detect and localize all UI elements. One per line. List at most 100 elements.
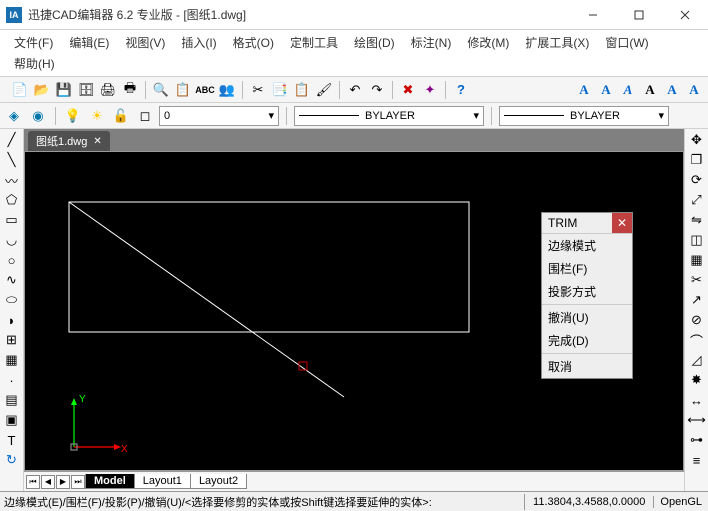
insert-block-icon[interactable]: ⊞ [2,331,22,349]
layout-nav-last[interactable]: ⏭ [71,475,85,489]
mtext-icon[interactable]: T [2,431,22,449]
saveall-icon[interactable]: 🗄 [76,80,96,100]
mirror-icon[interactable]: ⇋ [687,211,707,229]
explode-icon[interactable]: ✸ [687,371,707,389]
design-center-icon[interactable]: 👥 [217,80,237,100]
refresh-icon[interactable]: ↻ [2,451,22,469]
doc-tab-close-icon[interactable]: ✕ [93,136,101,147]
menu-view[interactable]: 视图(V) [117,32,173,53]
redo-icon[interactable]: ↷ [367,80,387,100]
layout-nav-first[interactable]: ⏮ [26,475,40,489]
menu-dimension[interactable]: 标注(N) [403,32,460,53]
line-icon[interactable]: ╱ [2,131,22,149]
match-icon[interactable]: 🖌 [314,80,334,100]
maximize-button[interactable] [616,0,662,30]
layout-tab-layout2[interactable]: Layout2 [190,474,247,489]
menu-edit[interactable]: 编辑(E) [61,32,117,53]
linetype-dropdown[interactable]: BYLAYER▾ [294,106,484,126]
text-tool-2[interactable]: A [596,80,616,100]
context-item-undo[interactable]: 撤消(U) [542,306,632,329]
undo-icon[interactable]: ↶ [345,80,365,100]
circle-icon[interactable]: ○ [2,251,22,269]
copy-icon[interactable]: 📑 [270,80,290,100]
layer-dropdown[interactable]: 0▾ [159,106,279,126]
ellipse-icon[interactable]: ⬭ [2,291,22,309]
find-icon[interactable]: 🔍 [151,80,171,100]
text-tool-6[interactable]: A [684,80,704,100]
layout-nav-prev[interactable]: ◀ [41,475,55,489]
scale-icon[interactable]: ⤢ [687,191,707,209]
layer-states-icon[interactable]: ◉ [28,106,48,126]
polygon-icon[interactable]: ⬠ [2,191,22,209]
make-block-icon[interactable]: ▦ [2,351,22,369]
print-preview-icon[interactable]: 🖶 [120,80,140,100]
copy-obj-icon[interactable]: ❐ [687,151,707,169]
break-icon[interactable]: ⊘ [687,311,707,329]
layer-manager-icon[interactable]: ◈ [4,106,24,126]
offset-icon[interactable]: ◫ [687,231,707,249]
stretch-icon[interactable]: ↔ [687,391,707,409]
array-icon[interactable]: ▦ [687,251,707,269]
menu-expand-tools[interactable]: 扩展工具(X) [517,32,597,53]
text-tool-5[interactable]: A [662,80,682,100]
layer-color-icon[interactable]: ◻ [135,106,155,126]
paste-icon[interactable]: 📋 [292,80,312,100]
context-item-cancel[interactable]: 取消 [542,355,632,378]
align-icon[interactable]: ≡ [687,451,707,469]
cut-icon[interactable]: ✂ [248,80,268,100]
text-tool-1[interactable]: A [574,80,594,100]
hatch-icon[interactable]: ▤ [2,391,22,409]
lineweight-dropdown[interactable]: BYLAYER▾ [499,106,669,126]
menu-draw[interactable]: 绘图(D) [346,32,403,53]
join-icon[interactable]: ⊶ [687,431,707,449]
arc-icon[interactable]: ◡ [2,231,22,249]
extend-icon[interactable]: ↗ [687,291,707,309]
context-item-projection[interactable]: 投影方式 [542,280,632,303]
menu-file[interactable]: 文件(F) [6,32,61,53]
trim-icon[interactable]: ✂ [687,271,707,289]
context-item-edge-mode[interactable]: 边缘模式 [542,234,632,257]
rectangle-icon[interactable]: ▭ [2,211,22,229]
spell-icon[interactable]: ABC [195,80,215,100]
spline-icon[interactable]: ∿ [2,271,22,289]
close-button[interactable] [662,0,708,30]
layout-tab-layout1[interactable]: Layout1 [134,474,191,489]
xline-icon[interactable]: ╲ [2,151,22,169]
command-prompt[interactable]: 边缘模式(E)/围栏(F)/投影(P)/撤销(U)/<选择要修剪的实体或按Shi… [0,494,525,510]
move-icon[interactable]: ✥ [687,131,707,149]
context-item-done[interactable]: 完成(D) [542,329,632,352]
region-icon[interactable]: ▣ [2,411,22,429]
lengthen-icon[interactable]: ⟷ [687,411,707,429]
context-menu-close-icon[interactable]: ✕ [612,213,632,233]
menu-format[interactable]: 格式(O) [225,32,282,53]
layer-on-icon[interactable]: 💡 [63,106,83,126]
help-icon[interactable]: ? [451,80,471,100]
minimize-button[interactable] [570,0,616,30]
menu-custom-tools[interactable]: 定制工具 [282,32,346,53]
chamfer-icon[interactable]: ◿ [687,351,707,369]
layer-freeze-icon[interactable]: ☀ [87,106,107,126]
layout-tab-model[interactable]: Model [85,474,135,489]
layer-lock-icon[interactable]: 🔓 [111,106,131,126]
purge-icon[interactable]: ✦ [420,80,440,100]
context-item-fence[interactable]: 围栏(F) [542,257,632,280]
print-icon[interactable]: 🖨 [98,80,118,100]
sheet-icon[interactable]: 📋 [173,80,193,100]
new-icon[interactable]: 📄 [10,80,30,100]
menu-modify[interactable]: 修改(M) [459,32,517,53]
erase-icon[interactable]: ✖ [398,80,418,100]
menu-window[interactable]: 窗口(W) [597,32,656,53]
menu-help[interactable]: 帮助(H) [6,53,63,74]
drawing-canvas[interactable]: Y X TRIM ✕ 边缘模式 围栏(F) 投影方式 撤消(U) 完成(D) [24,151,684,471]
layout-nav-next[interactable]: ▶ [56,475,70,489]
open-icon[interactable]: 📂 [32,80,52,100]
menu-insert[interactable]: 插入(I) [173,32,224,53]
rotate-icon[interactable]: ⟳ [687,171,707,189]
pline-icon[interactable]: 〰 [2,171,22,189]
text-tool-4[interactable]: A [640,80,660,100]
text-tool-3[interactable]: A [618,80,638,100]
save-icon[interactable]: 💾 [54,80,74,100]
point-icon[interactable]: · [2,371,22,389]
fillet-icon[interactable]: ⌒ [687,331,707,349]
doc-tab-active[interactable]: 图纸1.dwg ✕ [28,131,110,151]
